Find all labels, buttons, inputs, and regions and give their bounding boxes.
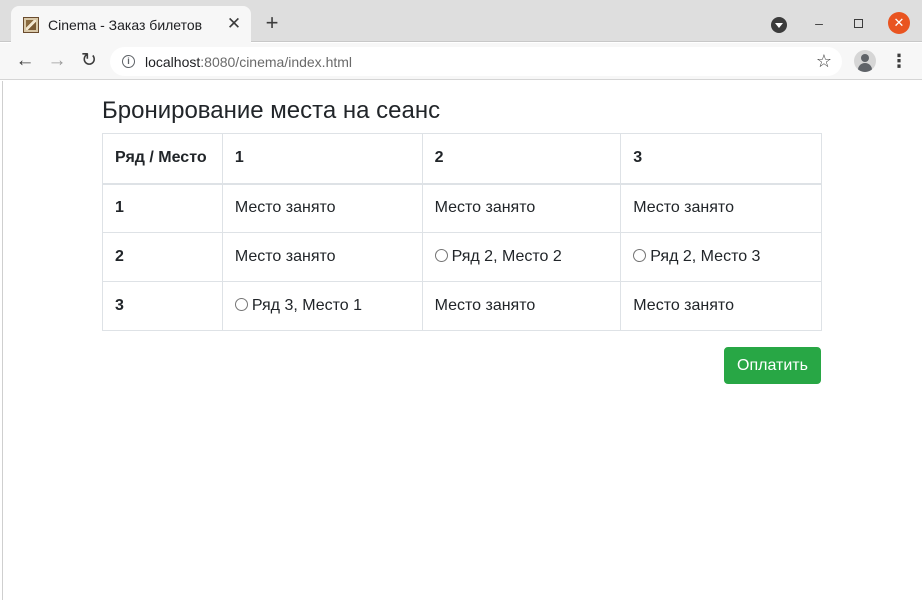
tab-close-icon[interactable]: ✕ bbox=[225, 15, 243, 33]
column-header: 3 bbox=[620, 133, 822, 185]
seat-radio-button[interactable] bbox=[234, 298, 248, 311]
column-header: 2 bbox=[421, 133, 622, 185]
address-bar[interactable]: i localhost:8080/cinema/index.html ☆ bbox=[110, 47, 842, 76]
seat-label[interactable]: Ряд 3, Место 1 bbox=[252, 297, 362, 314]
seat-cell-occupied: Место занято bbox=[221, 183, 423, 233]
table-header-row: Ряд / Место 1 2 3 bbox=[102, 133, 822, 185]
back-arrow-icon[interactable]: ← bbox=[14, 50, 36, 72]
new-tab-icon[interactable]: + bbox=[262, 12, 282, 34]
browser-menu-icon[interactable]: ⋮ bbox=[890, 51, 908, 71]
table-row: 3 Ряд 3, Место 1 Место занято Место занято bbox=[102, 281, 822, 331]
seat-label[interactable]: Ряд 2, Место 3 bbox=[650, 248, 760, 265]
page-viewport: Бронирование места на сеанс Ряд / Место … bbox=[2, 81, 922, 600]
seat-cell-occupied: Место занято bbox=[221, 232, 423, 282]
reload-icon[interactable]: ↻ bbox=[78, 50, 100, 72]
account-avatar-icon[interactable] bbox=[854, 50, 876, 72]
row-number: 1 bbox=[102, 183, 223, 233]
url-path: :8080/cinema/index.html bbox=[200, 54, 353, 70]
page-title: Бронирование места на сеанс bbox=[102, 97, 441, 124]
seat-radio-button[interactable] bbox=[434, 249, 448, 262]
seat-booking-table: Ряд / Место 1 2 3 1 Место занято Место зан… bbox=[102, 133, 822, 331]
close-window-icon[interactable]: ✕ bbox=[888, 12, 910, 34]
browser-toolbar: ← → ↻ i localhost:8080/cinema/index.html… bbox=[0, 43, 922, 80]
column-header: Ряд / Место bbox=[102, 133, 223, 185]
row-number: 3 bbox=[102, 281, 223, 331]
seat-radio-button[interactable] bbox=[633, 249, 647, 262]
browser-tab-strip: Cinema - Заказ билетов ✕ + – ✕ bbox=[0, 0, 922, 43]
minimize-window-icon[interactable]: – bbox=[809, 13, 829, 33]
table-row: 1 Место занято Место занято Место занято bbox=[102, 183, 822, 233]
bookmark-star-icon[interactable]: ☆ bbox=[816, 51, 832, 71]
tab-search-dropdown-icon[interactable] bbox=[771, 17, 787, 33]
maximize-window-icon[interactable] bbox=[848, 13, 868, 33]
table-row: 2 Место занято Ряд 2, Место 2 Ряд 2, Место … bbox=[102, 232, 822, 282]
tab-title: Cinema - Заказ билетов bbox=[48, 16, 203, 33]
row-number: 2 bbox=[102, 232, 223, 282]
seat-cell-occupied: Место занято bbox=[421, 281, 622, 331]
seat-cell-available[interactable]: Ряд 2, Место 2 bbox=[421, 232, 622, 282]
seat-rows: 1 Место занято Место занято Место занято 2 Ме… bbox=[102, 183, 822, 331]
pay-button[interactable]: Оплатить bbox=[724, 347, 821, 384]
site-info-icon[interactable]: i bbox=[122, 55, 135, 68]
column-header: 1 bbox=[221, 133, 423, 185]
browser-tab[interactable]: Cinema - Заказ билетов ✕ bbox=[11, 6, 251, 43]
forward-arrow-icon[interactable]: → bbox=[46, 50, 68, 72]
seat-cell-occupied: Место занято bbox=[421, 183, 622, 233]
seat-cell-occupied: Место занято bbox=[620, 281, 822, 331]
url-host: localhost bbox=[145, 54, 201, 70]
url-text[interactable]: localhost:8080/cinema/index.html bbox=[145, 54, 352, 70]
cinema-favicon-icon bbox=[23, 16, 39, 33]
seat-label[interactable]: Ряд 2, Место 2 bbox=[452, 248, 562, 265]
seat-cell-available[interactable]: Ряд 2, Место 3 bbox=[620, 232, 822, 282]
seat-cell-available[interactable]: Ряд 3, Место 1 bbox=[221, 281, 423, 331]
seat-cell-occupied: Место занято bbox=[620, 183, 822, 233]
